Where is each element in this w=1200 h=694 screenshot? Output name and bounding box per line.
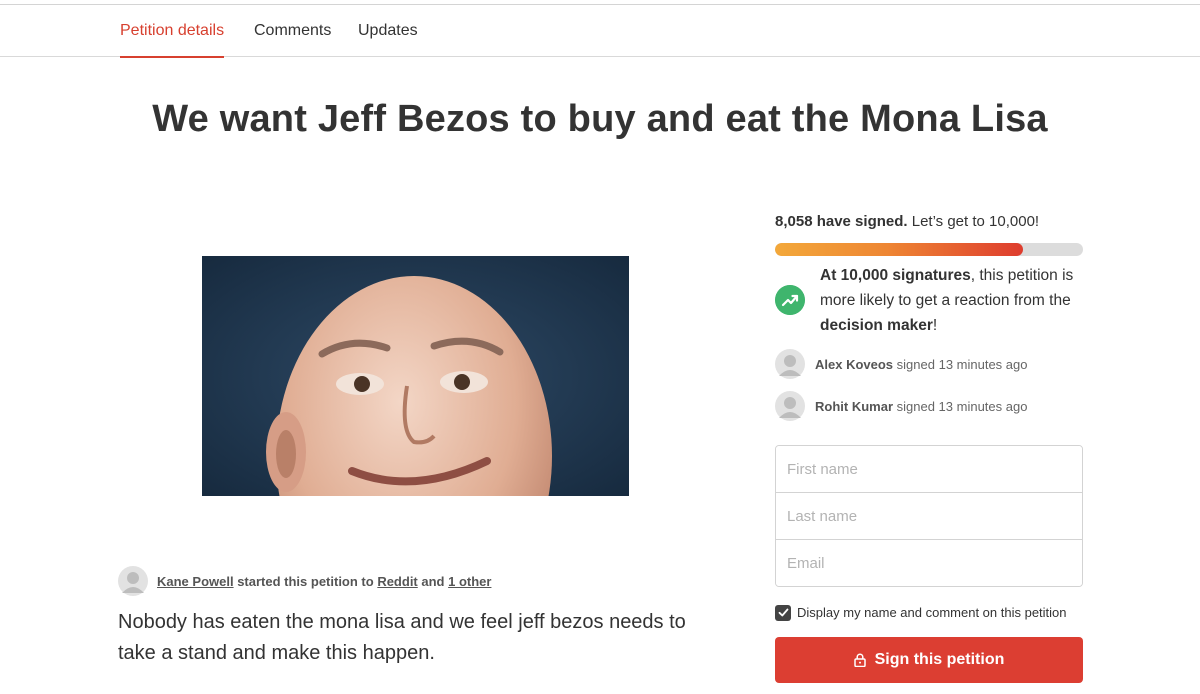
display-name-option: Display my name and comment on this peti… [775,604,1067,621]
last-name-field[interactable] [776,493,1082,540]
tab-updates[interactable]: Updates [358,5,418,57]
other-targets-link[interactable]: 1 other [448,574,491,589]
avatar-icon [775,391,805,421]
signer-action: signed 13 minutes ago [896,398,1028,414]
signature-count-bold: 8,058 have signed. [775,213,908,230]
target-link[interactable]: Reddit [377,574,417,589]
goal-text: At 10,000 signatures, this petition is m… [820,263,1085,338]
tab-bar: Petition details Comments Updates [0,5,1200,58]
avatar-icon [118,566,148,596]
portrait-photo [202,256,629,496]
display-name-label: Display my name and comment on this peti… [797,605,1067,620]
avatar-icon [775,349,805,379]
email-field[interactable] [776,540,1082,586]
signature-form [775,445,1083,587]
petition-starter: Kane Powell started this petition to Red… [118,566,491,596]
signer-action: signed 13 minutes ago [896,356,1028,372]
goal-message: At 10,000 signatures, this petition is m… [775,263,1083,337]
progress-fill [775,243,1024,256]
signature-count: 8,058 have signed. Let’s get to 10,000! [775,210,1083,234]
sign-petition-button[interactable]: Sign this petition [775,637,1083,683]
checkmark-icon [778,608,788,617]
petition-title: We want Jeff Bezos to buy and eat the Mo… [152,98,1048,140]
starter-text: started this petition to [233,573,378,589]
signature-progress-bar [775,243,1083,256]
recent-signer: Alex Koveos signed 13 minutes ago [775,349,1027,379]
first-name-field[interactable] [776,446,1082,493]
sign-petition-label: Sign this petition [874,651,1005,668]
trending-up-icon [775,285,805,315]
petition-image [202,256,629,496]
signature-goal-text: Let’s get to 10,000! [911,213,1040,230]
decision-maker: decision maker [820,317,933,334]
lock-icon [853,653,866,667]
goal-bold: At 10,000 signatures [820,267,971,284]
recent-signer: Rohit Kumar signed 13 minutes ago [775,391,1027,421]
starter-name-link[interactable]: Kane Powell [157,574,234,589]
display-name-checkbox[interactable] [775,604,791,621]
signature-panel: 8,058 have signed. Let’s get to 10,000! … [775,210,1083,683]
signer-name: Rohit Kumar [815,398,893,414]
tab-comments[interactable]: Comments [254,5,331,57]
goal-end: ! [932,317,938,334]
signer-name: Alex Koveos [815,356,894,372]
tab-petition-details[interactable]: Petition details [120,5,225,58]
and-text: and [417,573,449,589]
petition-description: Nobody has eaten the mona lisa and we fe… [118,611,686,664]
